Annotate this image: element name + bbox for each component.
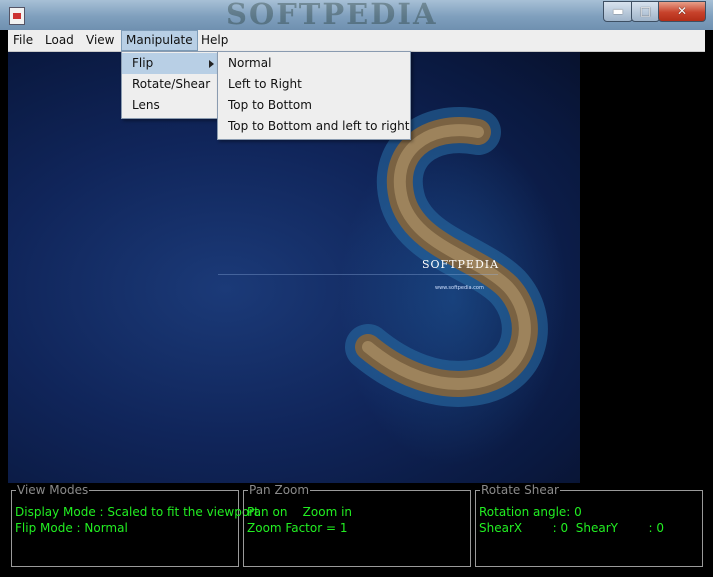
maximize-button[interactable]: □ [631,1,660,22]
menu-item-lens[interactable]: Lens [122,95,218,116]
horizon-line [218,274,498,275]
menu-manipulate[interactable]: Manipulate [121,30,198,51]
close-icon: ✕ [676,4,688,18]
zoom-factor-text: Zoom Factor = 1 [247,521,348,535]
pan-zoom-title: Pan Zoom [248,483,311,497]
maximize-icon: □ [639,4,652,18]
shear-values-text: ShearX : 0 ShearY : 0 [479,521,664,535]
flip-left-to-right[interactable]: Left to Right [218,74,410,95]
close-button[interactable]: ✕ [658,1,706,22]
app-window: SOFTPEDIA ▬ □ ✕ File Load View Manipulat… [0,0,713,577]
status-panels: View Modes Display Mode : Scaled to fit … [8,483,705,570]
view-modes-title: View Modes [16,483,90,497]
menu-item-flip[interactable]: Flip [122,53,218,74]
title-watermark: SOFTPEDIA [226,0,438,31]
minimize-button[interactable]: ▬ [603,1,633,22]
image-brand-text: SOFTPEDIA [422,258,500,271]
flip-top-to-bottom-and-left-to-right[interactable]: Top to Bottom and left to right [218,116,410,137]
flip-normal[interactable]: Normal [218,53,410,74]
pan-zoom-panel: Pan Zoom Pan on Zoom in Zoom Factor = 1 [243,483,471,567]
menu-item-flip-label: Flip [132,56,154,70]
menu-bar: File Load View Manipulate Help [8,30,705,52]
manipulate-dropdown: Flip Rotate/Shear Lens [121,51,219,119]
submenu-arrow-icon [209,60,214,68]
rotation-angle-text: Rotation angle: 0 [479,505,582,519]
title-bar[interactable]: SOFTPEDIA ▬ □ ✕ [0,0,713,31]
menu-item-rotate-shear[interactable]: Rotate/Shear [122,74,218,95]
image-url-text: www.softpedia.com [435,285,484,291]
minimize-icon: ▬ [612,4,624,18]
menu-help[interactable]: Help [197,30,232,51]
menu-view[interactable]: View [82,30,118,51]
rotate-shear-panel: Rotate Shear Rotation angle: 0 ShearX : … [475,483,703,567]
menu-load[interactable]: Load [41,30,78,51]
view-modes-panel: View Modes Display Mode : Scaled to fit … [11,483,259,567]
flip-mode-text: Flip Mode : Normal [15,521,128,535]
menu-file[interactable]: File [9,30,37,51]
display-mode-text: Display Mode : Scaled to fit the viewpor… [15,505,259,519]
app-icon[interactable] [9,7,25,25]
flip-submenu: Normal Left to Right Top to Bottom Top t… [217,51,411,140]
flip-top-to-bottom[interactable]: Top to Bottom [218,95,410,116]
rotate-shear-title: Rotate Shear [480,483,560,497]
pan-zoom-status-text: Pan on Zoom in [247,505,353,519]
